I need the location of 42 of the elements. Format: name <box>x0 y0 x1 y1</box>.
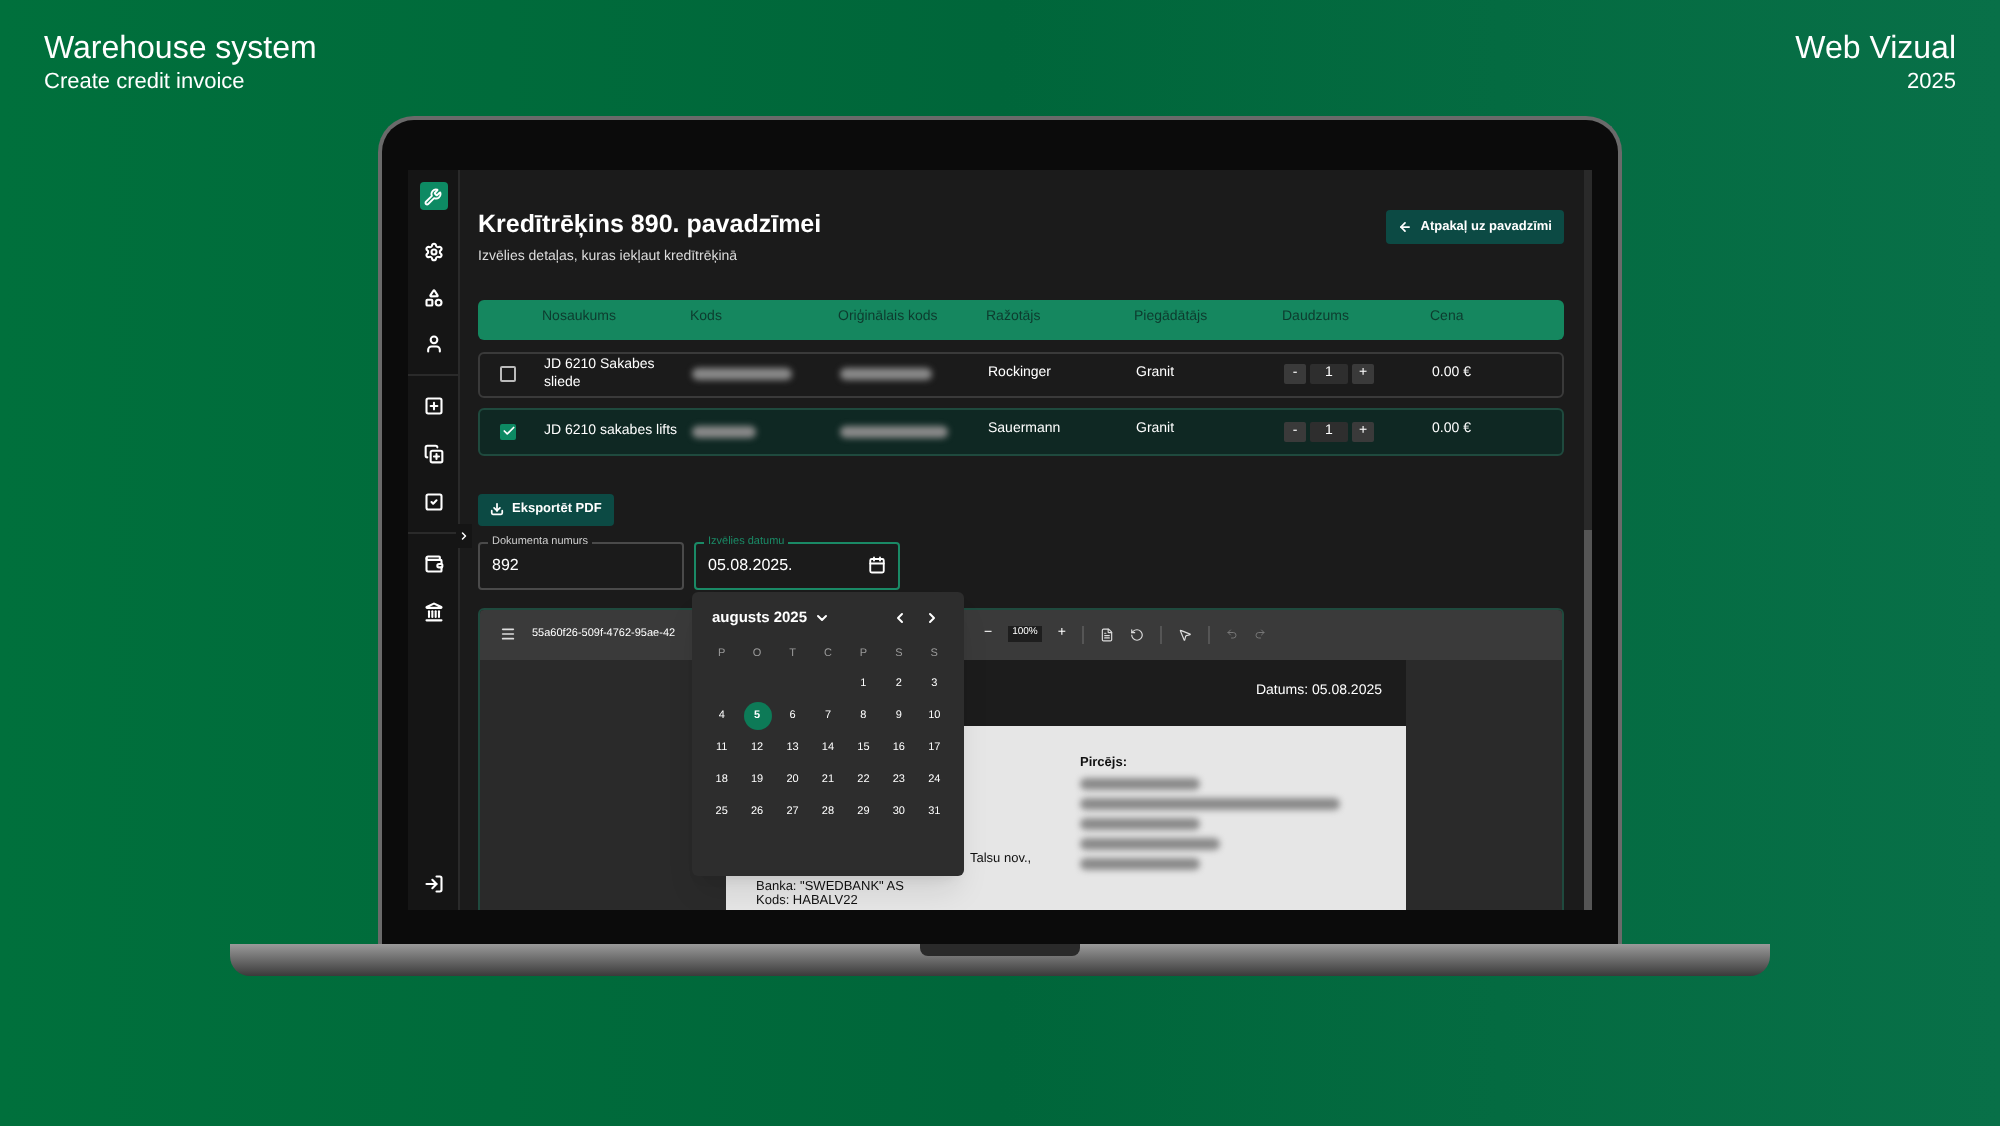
calendar-icon[interactable] <box>868 556 886 574</box>
redo-icon[interactable] <box>1253 628 1266 640</box>
user-icon[interactable] <box>423 334 443 354</box>
studio-name: Web Vizual <box>1795 32 1956 68</box>
project-title: Warehouse system <box>44 32 317 68</box>
blurred-text <box>1080 837 1220 849</box>
page-title: Kredītrēķins 890. pavadzīmei <box>478 210 822 240</box>
chevron-right-icon <box>458 530 470 542</box>
rotate-icon[interactable] <box>1129 627 1144 641</box>
dropdown-icon[interactable] <box>813 610 830 626</box>
logout-icon[interactable] <box>423 874 443 894</box>
undo-icon[interactable] <box>1225 628 1238 640</box>
blurred-text <box>840 368 932 380</box>
settings-icon[interactable] <box>423 242 443 262</box>
blurred-text <box>692 425 756 437</box>
next-month-icon[interactable] <box>924 610 940 626</box>
wallet-icon[interactable] <box>423 554 443 574</box>
checklist-icon[interactable] <box>423 492 443 512</box>
field-value: 05.08.2025. <box>708 553 793 577</box>
download-icon <box>490 502 504 516</box>
year-label: 2025 <box>1907 68 1956 96</box>
pointer-icon[interactable] <box>1177 627 1192 641</box>
logo[interactable] <box>419 182 447 210</box>
field-value: 892 <box>492 553 519 577</box>
menu-icon[interactable] <box>500 626 516 642</box>
bank-icon[interactable] <box>423 602 443 622</box>
project-subtitle: Create credit invoice <box>44 68 247 96</box>
back-arrow-icon <box>1398 220 1413 234</box>
add-icon[interactable] <box>423 396 443 416</box>
blurred-text <box>840 425 948 437</box>
checkbox[interactable] <box>500 366 516 382</box>
checkbox[interactable] <box>500 423 516 439</box>
blurred-text <box>1080 857 1200 869</box>
blurred-text <box>692 368 792 380</box>
scrollbar[interactable] <box>1584 530 1592 910</box>
blurred-text <box>1080 817 1200 829</box>
page-fit-icon[interactable] <box>1099 627 1114 641</box>
sidebar-toggle[interactable] <box>456 524 472 548</box>
previous-month-icon[interactable] <box>892 610 908 626</box>
shapes-icon[interactable] <box>423 288 443 308</box>
blurred-text <box>1080 777 1200 789</box>
copy-plus-icon[interactable] <box>423 444 443 464</box>
